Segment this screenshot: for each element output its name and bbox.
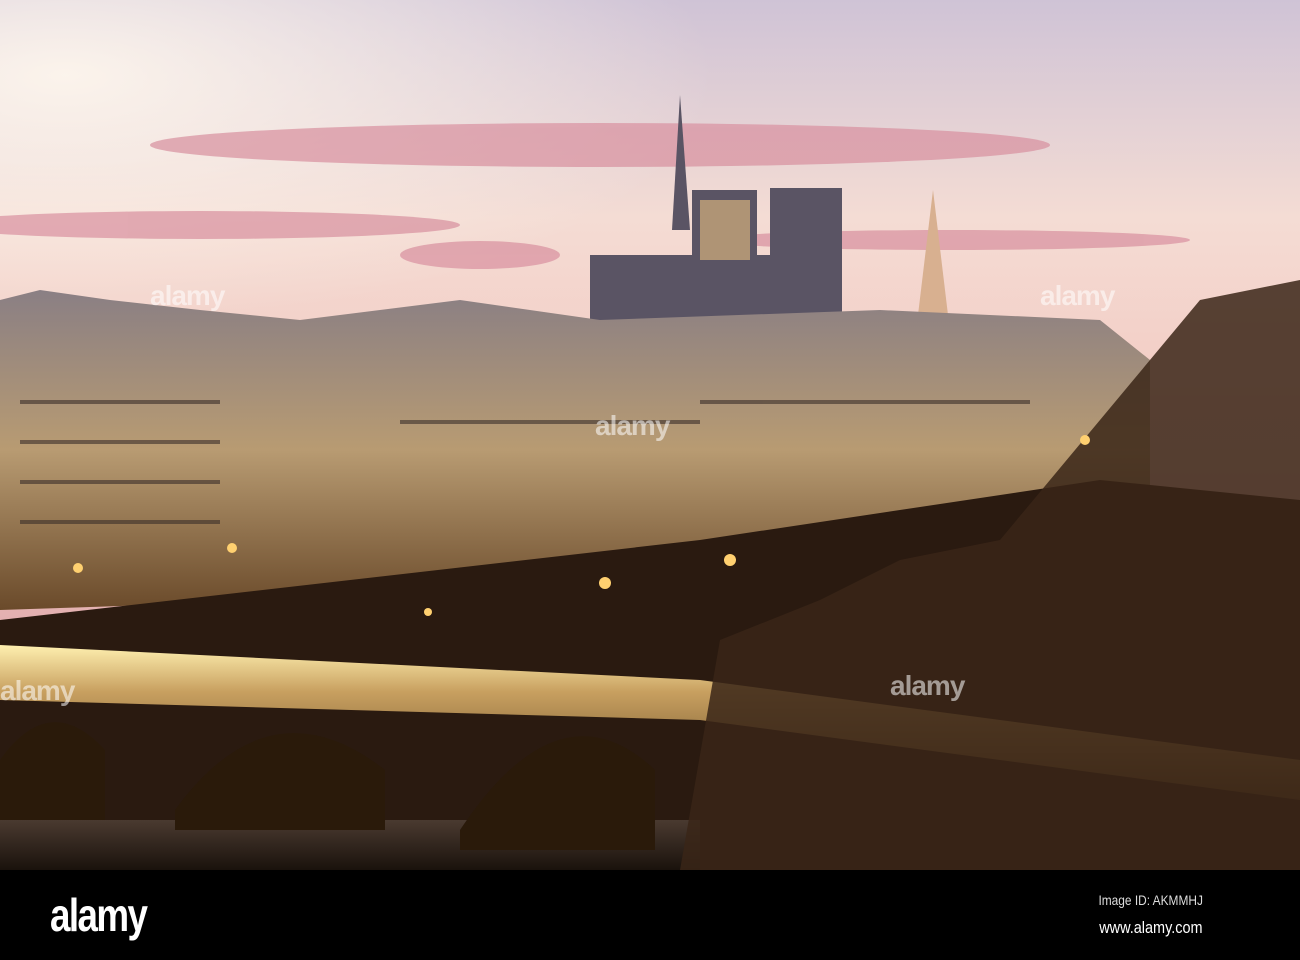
watermark: alamy — [595, 410, 670, 441]
alamy-logo: alamy — [50, 889, 148, 941]
watermark: alamy — [150, 280, 225, 311]
watermark: alamy — [0, 675, 75, 706]
image-id: Image ID: AKMMHJ — [1098, 892, 1203, 908]
website-link[interactable]: www.alamy.com — [1100, 918, 1203, 938]
watermark: alamy — [890, 670, 965, 701]
stock-photo: alamy alamy alamy alamy alamy alamy Imag… — [0, 0, 1300, 960]
footer-bar: alamy Image ID: AKMMHJ www.alamy.com — [0, 870, 1300, 960]
watermark: alamy — [1040, 280, 1115, 311]
